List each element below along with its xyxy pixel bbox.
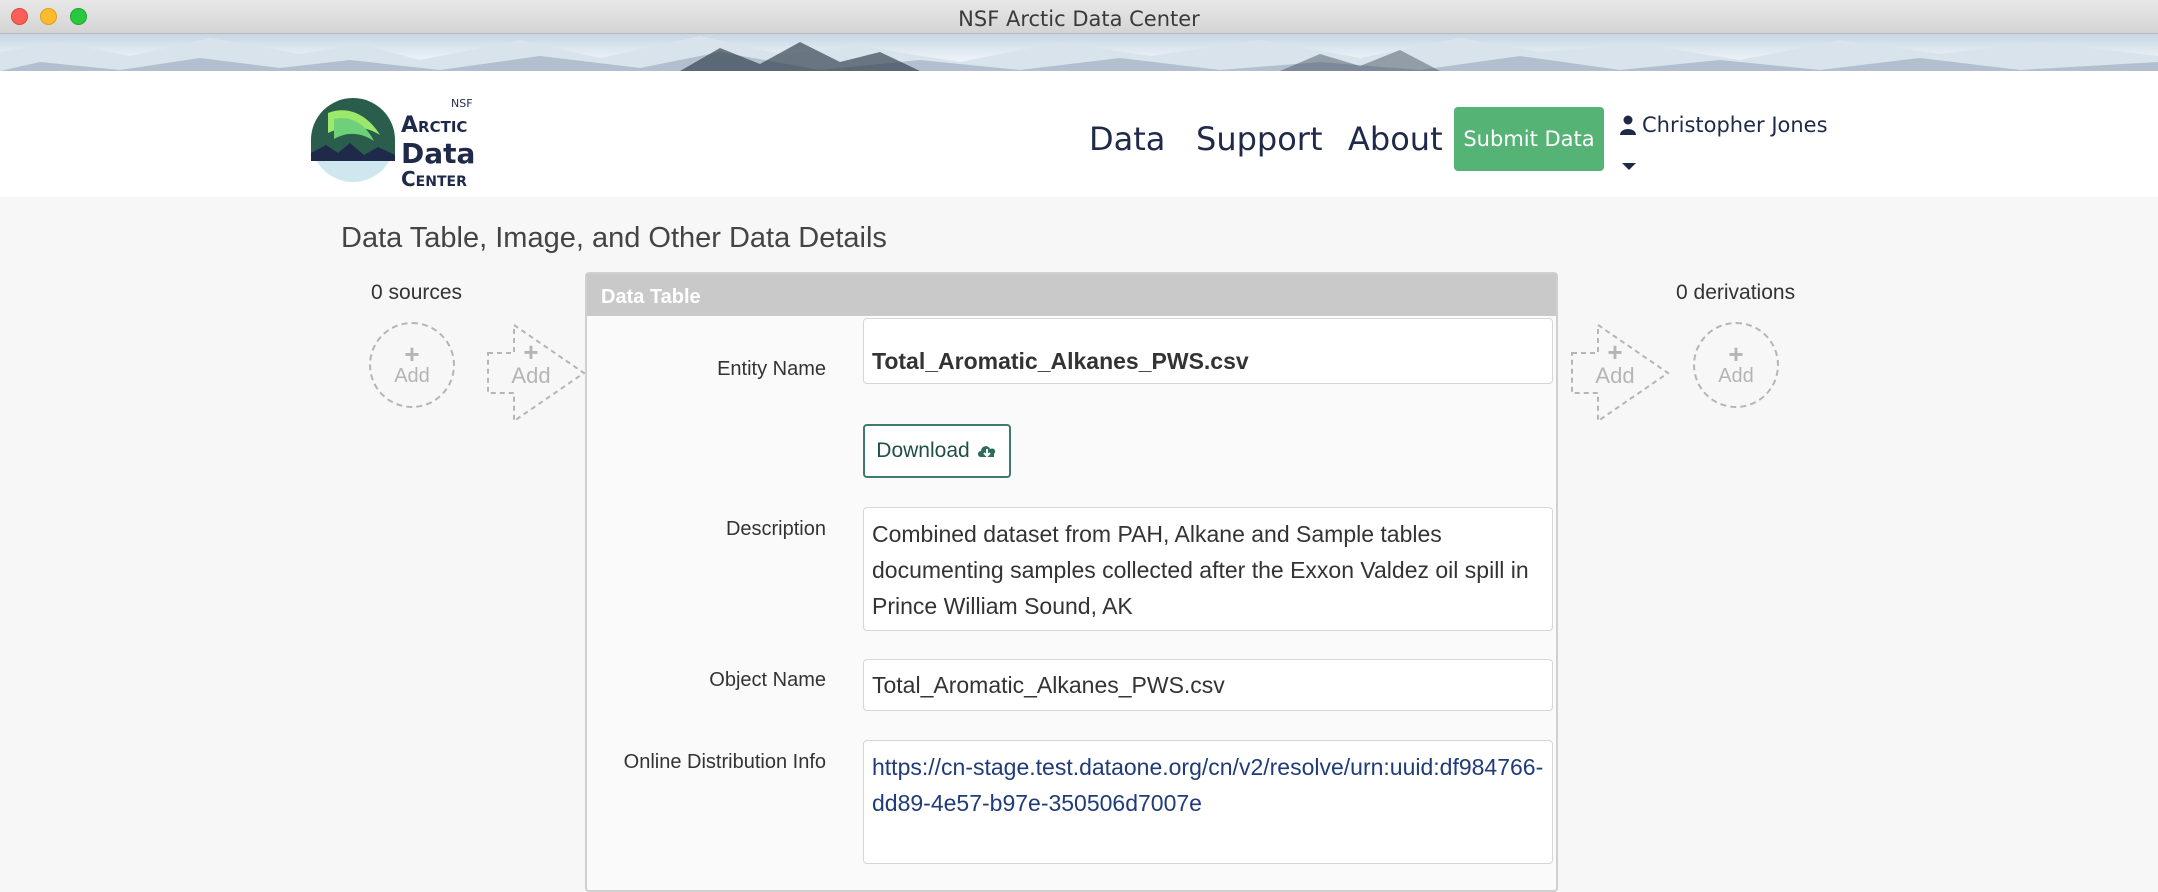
download-label: Download	[876, 439, 970, 462]
add-derivation-button[interactable]: + Add	[1693, 322, 1779, 408]
site-header: NSF Arctic Data Center Data Support Abou…	[0, 71, 2158, 197]
logo-arctic-text: Arctic	[401, 113, 468, 138]
mountain-banner-art	[0, 36, 2158, 71]
data-table-panel: Data Table Entity Name Total_Aromatic_Al…	[585, 272, 1558, 892]
logo-nsf-text: NSF	[451, 97, 473, 110]
entity-name-value: Total_Aromatic_Alkanes_PWS.csv	[872, 348, 1249, 374]
add-derivation-arrow-text: + Add	[1570, 337, 1660, 389]
aurora-logo-icon	[311, 98, 395, 182]
plus-icon: +	[1607, 337, 1623, 367]
entity-name-field: Total_Aromatic_Alkanes_PWS.csv	[863, 318, 1553, 384]
plus-icon: +	[1728, 338, 1744, 369]
user-icon	[1620, 115, 1636, 135]
sources-count: 0 sources	[371, 281, 463, 304]
object-name-field: Total_Aromatic_Alkanes_PWS.csv	[863, 659, 1553, 711]
add-source-arrow-text: + Add	[486, 337, 576, 389]
page-title: Data Table, Image, and Other Data Detail…	[341, 222, 887, 254]
window-title: NSF Arctic Data Center	[958, 7, 1200, 31]
nav-about[interactable]: About	[1348, 120, 1443, 158]
description-value: Combined dataset from PAH, Alkane and Sa…	[872, 521, 1529, 619]
nav-support[interactable]: Support	[1196, 120, 1323, 158]
add-source-arrow-label: Add	[511, 363, 551, 388]
user-name: Christopher Jones	[1642, 113, 1828, 137]
online-distribution-field: https://cn-stage.test.dataone.org/cn/v2/…	[863, 740, 1553, 864]
panel-header: Data Table	[587, 274, 1556, 316]
window-titlebar: NSF Arctic Data Center	[0, 0, 2158, 34]
plus-icon: +	[523, 337, 539, 367]
add-derivation-label: Add	[1718, 364, 1754, 387]
add-derivation-arrow-button[interactable]: + Add	[1570, 323, 1670, 423]
add-source-button[interactable]: + Add	[369, 322, 455, 408]
mountain-banner	[0, 34, 2158, 71]
arctic-data-center-logo[interactable]: NSF Arctic Data Center	[308, 95, 478, 191]
add-source-label: Add	[394, 364, 430, 387]
plus-icon: +	[404, 338, 420, 369]
user-menu[interactable]: Christopher Jones	[1620, 113, 1828, 137]
object-name-label: Object Name	[709, 669, 826, 691]
add-derivation-arrow-label: Add	[1595, 363, 1635, 388]
logo-center-text: Center	[401, 167, 467, 191]
online-distribution-label: Online Distribution Info	[623, 751, 826, 773]
object-name-value: Total_Aromatic_Alkanes_PWS.csv	[872, 672, 1225, 698]
entity-name-label: Entity Name	[717, 358, 826, 380]
description-label: Description	[725, 518, 826, 540]
derivations-count: 0 derivations	[1676, 281, 1796, 304]
nav-data[interactable]: Data	[1089, 120, 1165, 158]
submit-data-button[interactable]: Submit Data	[1454, 107, 1604, 171]
download-button[interactable]: Download	[863, 424, 1011, 478]
online-distribution-link[interactable]: https://cn-stage.test.dataone.org/cn/v2/…	[872, 754, 1543, 816]
add-source-arrow-button[interactable]: + Add	[486, 323, 586, 423]
description-field: Combined dataset from PAH, Alkane and Sa…	[863, 507, 1553, 631]
user-menu-chevron-down-icon[interactable]	[1622, 163, 1636, 170]
cloud-download-icon	[977, 446, 995, 458]
logo-data-text: Data	[401, 137, 476, 170]
